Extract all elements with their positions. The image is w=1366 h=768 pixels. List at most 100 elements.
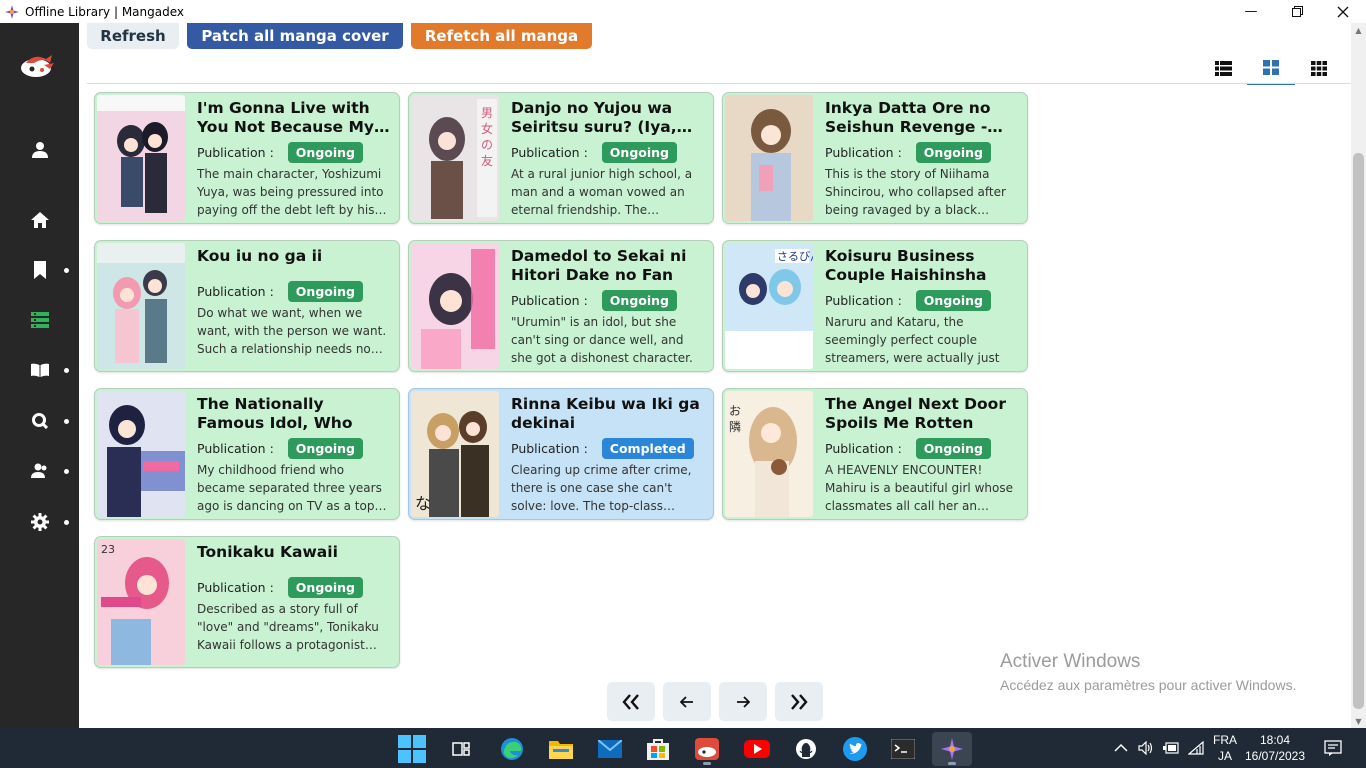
manga-card[interactable]: さるびん Koisuru Business Couple Haishinsha …: [722, 240, 1028, 372]
manga-title[interactable]: Tonikaku Kawaii: [197, 543, 393, 562]
mail-taskbar-button[interactable]: [590, 732, 630, 766]
expand-dot: [64, 520, 69, 525]
sidebar-item-home[interactable]: [0, 202, 79, 238]
publication-row: Publication : Ongoing: [825, 142, 991, 163]
scroll-thumb[interactable]: [1353, 153, 1364, 709]
sidebar-item-profile[interactable]: [0, 132, 79, 168]
manga-cover[interactable]: さるびん: [725, 243, 813, 369]
sidebar-item-library[interactable]: [0, 302, 79, 338]
vertical-scrollbar[interactable]: ▲ ▼: [1351, 23, 1366, 728]
publication-row: Publication : Ongoing: [511, 142, 677, 163]
patch-covers-button[interactable]: Patch all manga cover: [187, 23, 403, 49]
manga-title[interactable]: Koisuru Business Couple Haishinsha: [825, 247, 1021, 285]
compact-view-toggle[interactable]: [1295, 51, 1343, 85]
refetch-manga-button[interactable]: Refetch all manga: [411, 23, 592, 49]
mangadex-taskbar-button[interactable]: [687, 732, 727, 766]
terminal-taskbar-button[interactable]: [883, 732, 923, 766]
network-button[interactable]: [1188, 728, 1204, 768]
previous-page-button[interactable]: [663, 682, 711, 721]
last-page-button[interactable]: [775, 682, 823, 721]
status-badge: Ongoing: [287, 142, 363, 163]
manga-card[interactable]: I'm Gonna Live with You Not Because My… …: [94, 92, 400, 224]
manga-cover[interactable]: 男女の友: [411, 95, 499, 221]
terminal-icon: [891, 739, 915, 759]
manga-title[interactable]: Rinna Keibu wa Iki ga dekinai: [511, 395, 707, 433]
scroll-up-arrow[interactable]: ▲: [1351, 23, 1366, 37]
publication-label: Publication :: [825, 145, 902, 160]
manga-card[interactable]: The Nationally Famous Idol, Who Turned o…: [94, 388, 400, 520]
card-view-toggle[interactable]: [1247, 51, 1295, 85]
store-icon: [647, 739, 669, 760]
app-logo[interactable]: [20, 51, 56, 79]
manga-card[interactable]: Inkya Datta Ore no Seishun Revenge -… Pu…: [722, 92, 1028, 224]
publication-label: Publication :: [197, 145, 274, 160]
manga-cover[interactable]: [411, 243, 499, 369]
manga-title[interactable]: I'm Gonna Live with You Not Because My…: [197, 99, 393, 137]
start-button[interactable]: [392, 732, 432, 766]
refresh-button[interactable]: Refresh: [87, 23, 179, 49]
manga-card[interactable]: 男女の友 Danjo no Yujou wa Seiritsu suru? (I…: [408, 92, 714, 224]
sidebar-item-search[interactable]: [0, 403, 79, 439]
sidebar-item-settings[interactable]: [0, 504, 79, 540]
sidebar-item-reading[interactable]: [0, 352, 79, 388]
manga-card[interactable]: 23 Tonikaku Kawaii Publication : Ongoing …: [94, 536, 400, 668]
file-explorer-taskbar-button[interactable]: [541, 732, 581, 766]
manga-cover[interactable]: な: [411, 391, 499, 517]
folder-icon: [549, 741, 573, 759]
manga-card[interactable]: Damedol to Sekai ni Hitori Dake no Fan P…: [408, 240, 714, 372]
battery-button[interactable]: [1163, 728, 1179, 768]
offline-library-taskbar-button[interactable]: [932, 732, 972, 766]
status-badge: Ongoing: [601, 142, 677, 163]
manga-cover[interactable]: 23: [97, 539, 185, 665]
youtube-taskbar-button[interactable]: [737, 732, 777, 766]
svg-text:女: 女: [481, 121, 493, 136]
app-icon: [5, 4, 19, 19]
notification-icon: [1324, 740, 1342, 756]
volume-button[interactable]: [1138, 728, 1154, 768]
close-button[interactable]: [1320, 0, 1366, 23]
sidebar-item-bookmarks[interactable]: [0, 252, 79, 288]
sidebar-item-groups[interactable]: [0, 453, 79, 489]
home-icon: [30, 212, 49, 228]
manga-title[interactable]: The Nationally Famous Idol, Who Turned o…: [197, 395, 393, 433]
manga-title[interactable]: The Angel Next Door Spoils Me Rotten: [825, 395, 1021, 433]
input-language-indicator[interactable]: FRA JA: [1213, 732, 1237, 764]
github-icon: [796, 739, 816, 759]
manga-cover[interactable]: [97, 391, 185, 517]
github-taskbar-button[interactable]: [786, 732, 826, 766]
task-view-button[interactable]: [441, 732, 481, 766]
taskbar-clock[interactable]: 18:04 16/07/2023: [1240, 732, 1310, 764]
chevron-up-icon: [1114, 743, 1128, 752]
tray-overflow-button[interactable]: [1114, 728, 1128, 768]
twitter-taskbar-button[interactable]: [835, 732, 875, 766]
manga-cover[interactable]: お隣: [725, 391, 813, 517]
publication-row: Publication : Ongoing: [197, 577, 363, 598]
manga-cover[interactable]: [97, 95, 185, 221]
first-page-button[interactable]: [607, 682, 655, 721]
publication-row: Publication : Ongoing: [197, 438, 363, 459]
manga-title[interactable]: Danjo no Yujou wa Seiritsu suru? (Iya,…: [511, 99, 707, 137]
manga-card[interactable]: Kou iu no ga ii Publication : Ongoing Do …: [94, 240, 400, 372]
edge-taskbar-button[interactable]: [492, 732, 532, 766]
manga-cover[interactable]: [725, 95, 813, 221]
manga-cover[interactable]: [97, 243, 185, 369]
minimize-button[interactable]: —: [1228, 0, 1274, 23]
expand-dot: [64, 419, 69, 424]
manga-card[interactable]: お隣 The Angel Next Door Spoils Me Rotten …: [722, 388, 1028, 520]
manga-description: "Urumin" is an idol, but she can't sing …: [511, 315, 693, 365]
manga-description: A HEAVENLY ENCOUNTER! Mahiru is a beauti…: [825, 463, 1013, 513]
maximize-button[interactable]: [1274, 0, 1320, 23]
manga-card[interactable]: な Rinna Keibu wa Iki ga dekinai Publicat…: [408, 388, 714, 520]
manga-title[interactable]: Damedol to Sekai ni Hitori Dake no Fan: [511, 247, 707, 285]
status-badge: Ongoing: [287, 438, 363, 459]
manga-title[interactable]: Inkya Datta Ore no Seishun Revenge -…: [825, 99, 1021, 137]
manga-description: Do what we want, when we want, with the …: [197, 306, 387, 356]
twitter-icon: [843, 737, 867, 761]
list-view-toggle[interactable]: [1199, 51, 1247, 85]
speaker-icon: [1138, 741, 1153, 755]
manga-title[interactable]: Kou iu no ga ii: [197, 247, 393, 266]
scroll-down-arrow[interactable]: ▼: [1351, 714, 1366, 728]
next-page-button[interactable]: [719, 682, 767, 721]
notifications-button[interactable]: [1324, 728, 1342, 768]
store-taskbar-button[interactable]: [638, 732, 678, 766]
